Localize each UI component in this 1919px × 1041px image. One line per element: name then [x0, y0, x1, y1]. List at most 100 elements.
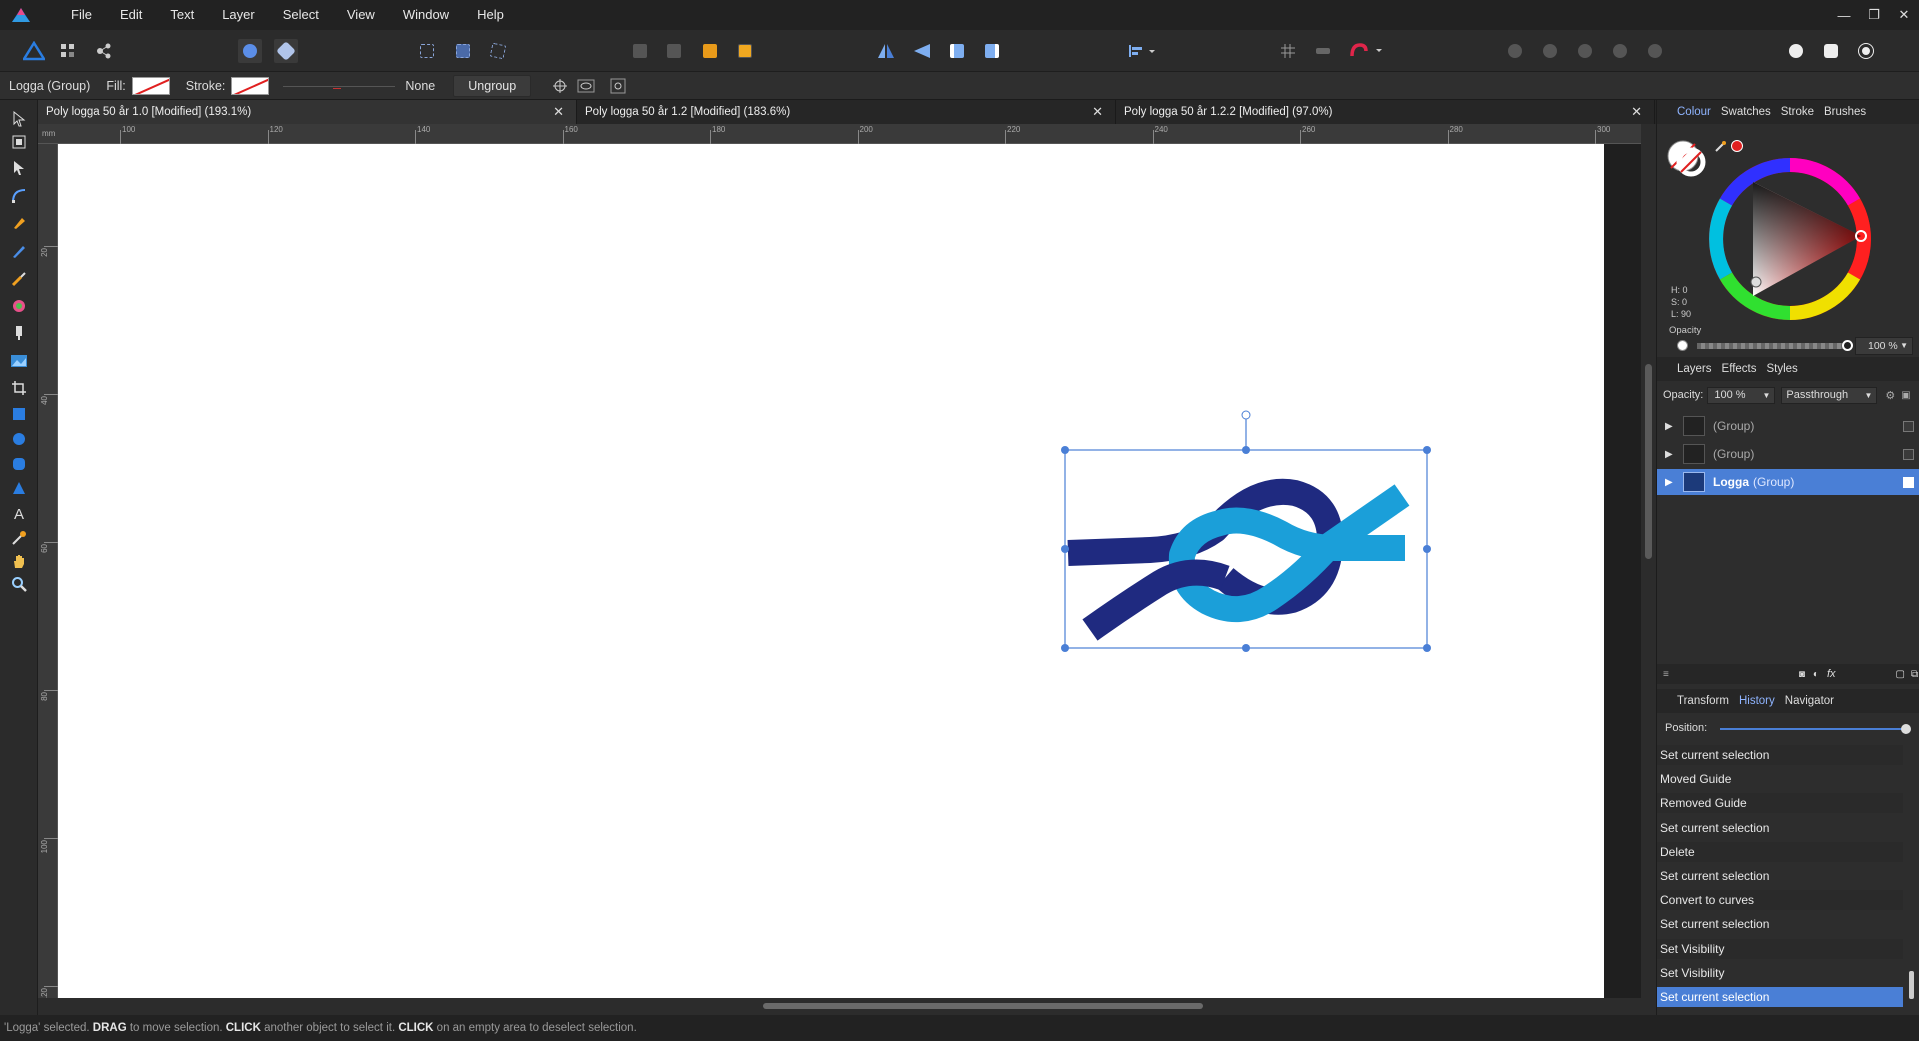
tab-history[interactable]: History	[1739, 695, 1775, 707]
designer-persona-icon[interactable]	[22, 39, 46, 63]
artistic-text-tool-icon[interactable]: A	[8, 503, 30, 525]
tab-navigator[interactable]: Navigator	[1785, 695, 1834, 707]
pen-tool-icon[interactable]	[8, 212, 30, 234]
visibility-checkbox[interactable]	[1903, 476, 1914, 488]
resize-handle-bottom-right[interactable]	[1423, 644, 1431, 652]
layer-opacity-dropdown-icon[interactable]: ▼	[1762, 388, 1770, 403]
pencil-tool-icon[interactable]	[8, 240, 30, 262]
menu-text[interactable]: Text	[156, 0, 208, 30]
duplicate-layer-icon[interactable]: ⧉	[1911, 669, 1918, 680]
flip-horizontal-icon[interactable]	[874, 39, 898, 63]
resize-handle-top[interactable]	[1242, 446, 1250, 454]
visibility-checkbox[interactable]	[1903, 448, 1914, 460]
tab-brushes[interactable]: Brushes	[1824, 106, 1866, 118]
history-item[interactable]: Set current selection	[1657, 745, 1903, 765]
resize-handle-top-left[interactable]	[1061, 446, 1069, 454]
expand-arrow-icon[interactable]: ▶	[1665, 449, 1677, 460]
expand-arrow-icon[interactable]: ▶	[1665, 421, 1677, 432]
insert-behind-icon[interactable]	[1819, 39, 1843, 63]
opacity-slider-knob[interactable]	[1842, 340, 1853, 351]
triangle-tool-icon[interactable]	[8, 477, 30, 499]
menu-view[interactable]: View	[333, 0, 389, 30]
pixel-persona-icon[interactable]	[56, 39, 80, 63]
restore-button[interactable]: ❐	[1859, 7, 1889, 23]
move-to-front-icon[interactable]	[733, 39, 757, 63]
align-dropdown-icon[interactable]	[1124, 39, 1160, 63]
resize-handle-bottom[interactable]	[1242, 644, 1250, 652]
resize-handle-right[interactable]	[1423, 545, 1431, 553]
expand-arrow-icon[interactable]: ▶	[1665, 477, 1677, 488]
view-tool-hand-icon[interactable]	[8, 550, 30, 572]
tab-swatches[interactable]: Swatches	[1721, 106, 1771, 118]
adjustment-icon[interactable]: ◐	[1813, 669, 1819, 680]
fill-swatch[interactable]	[131, 76, 170, 95]
snapping-magnet-icon[interactable]	[1346, 39, 1386, 63]
rotate-left-icon[interactable]	[945, 39, 969, 63]
rounded-rectangle-tool-icon[interactable]	[8, 453, 30, 475]
transform-origin-icon[interactable]	[549, 76, 571, 96]
history-item[interactable]: Moved Guide	[1657, 769, 1903, 789]
vertical-scrollbar[interactable]	[1641, 124, 1656, 998]
resize-handle-bottom-left[interactable]	[1061, 644, 1069, 652]
opacity-dropdown-icon[interactable]: ▼	[1900, 338, 1908, 354]
current-colour-dot[interactable]	[1731, 140, 1743, 152]
menu-edit[interactable]: Edit	[106, 0, 156, 30]
layer-opacity-field[interactable]: 100 % ▼	[1707, 386, 1776, 404]
tab-transform[interactable]: Transform	[1677, 695, 1729, 707]
boolean-xor-icon[interactable]	[1608, 39, 1632, 63]
menu-select[interactable]: Select	[269, 0, 333, 30]
history-scrollbar[interactable]	[1907, 745, 1917, 1013]
tab-layers[interactable]: Layers	[1677, 363, 1712, 375]
artboard-tool-icon[interactable]	[8, 131, 30, 153]
vector-brush-tool-icon[interactable]	[8, 268, 30, 290]
visibility-checkbox[interactable]	[1903, 420, 1914, 432]
snap-settings-icon[interactable]	[274, 39, 298, 63]
fill-stroke-selector-icon[interactable]	[1665, 136, 1709, 180]
history-item[interactable]: Set current selection	[1657, 987, 1903, 1007]
history-item[interactable]: Convert to curves	[1657, 890, 1903, 911]
layer-settings-icon[interactable]: ⚙	[1885, 389, 1895, 402]
hide-selection-icon[interactable]	[575, 76, 597, 96]
flip-vertical-icon[interactable]	[910, 39, 934, 63]
ellipse-tool-icon[interactable]	[8, 428, 30, 450]
resize-handle-top-right[interactable]	[1423, 446, 1431, 454]
menu-window[interactable]: Window	[389, 0, 463, 30]
layers-stack-icon[interactable]: ≡	[1663, 669, 1669, 680]
resize-handle-left[interactable]	[1061, 545, 1069, 553]
boolean-add-icon[interactable]	[1503, 39, 1527, 63]
guides-toggle-icon[interactable]	[1311, 39, 1335, 63]
grid-toggle-icon[interactable]	[1276, 39, 1300, 63]
menu-layer[interactable]: Layer	[208, 0, 269, 30]
close-tab-icon[interactable]: ✕	[553, 100, 564, 124]
minimize-button[interactable]: —	[1829, 8, 1859, 23]
tab-document-2[interactable]: Poly logga 50 år 1.2 [Modified] (183.6%)…	[577, 100, 1116, 124]
fill-tool-icon[interactable]	[8, 295, 30, 317]
history-scroll-thumb[interactable]	[1909, 971, 1914, 999]
tab-styles[interactable]: Styles	[1766, 363, 1797, 375]
layer-row-group-1[interactable]: ▶ (Group)	[1657, 413, 1919, 439]
assistant-icon[interactable]	[238, 39, 262, 63]
tab-document-3[interactable]: Poly logga 50 år 1.2.2 [Modified] (97.0%…	[1116, 100, 1655, 124]
transparency-tool-icon[interactable]	[8, 322, 30, 344]
ungroup-button[interactable]: Ungroup	[453, 74, 532, 97]
close-tab-icon[interactable]: ✕	[1631, 100, 1642, 124]
deselect-icon[interactable]	[451, 39, 475, 63]
move-tool-icon[interactable]	[8, 108, 30, 130]
mask-icon[interactable]: ◙	[1799, 669, 1805, 680]
menu-help[interactable]: Help	[463, 0, 518, 30]
place-image-tool-icon[interactable]	[8, 350, 30, 372]
history-position-slider[interactable]	[1720, 724, 1911, 734]
vertical-scroll-thumb[interactable]	[1645, 364, 1652, 559]
fx-icon[interactable]: fx	[1827, 668, 1836, 680]
add-layer-icon[interactable]: ▢	[1896, 669, 1905, 680]
stroke-swatch[interactable]	[231, 76, 270, 95]
horizontal-scroll-thumb[interactable]	[763, 1003, 1203, 1009]
history-item[interactable]: Set Visibility	[1657, 963, 1903, 983]
zoom-tool-icon[interactable]	[8, 573, 30, 595]
layer-row-group-2[interactable]: ▶ (Group)	[1657, 441, 1919, 467]
move-to-back-icon[interactable]	[662, 39, 686, 63]
move-back-one-icon[interactable]	[628, 39, 652, 63]
stroke-width-slider[interactable]	[283, 78, 396, 94]
tab-document-1[interactable]: Poly logga 50 år 1.0 [Modified] (193.1%)…	[38, 100, 577, 124]
crop-tool-icon[interactable]	[8, 377, 30, 399]
